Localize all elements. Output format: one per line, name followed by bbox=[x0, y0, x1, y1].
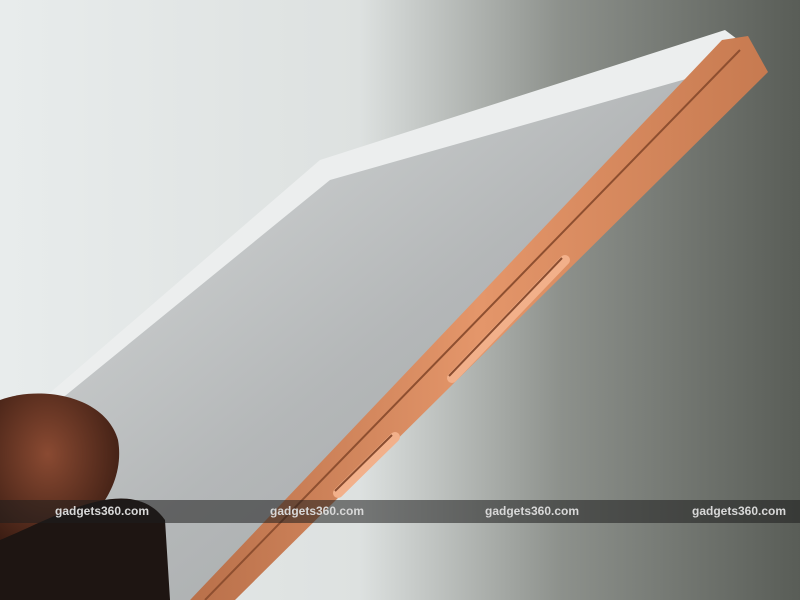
watermark-text: gadgets360.com bbox=[692, 504, 787, 518]
watermark-text: gadgets360.com bbox=[270, 504, 365, 518]
watermark-text: gadgets360.com bbox=[55, 504, 150, 518]
watermark-text: gadgets360.com bbox=[485, 504, 580, 518]
